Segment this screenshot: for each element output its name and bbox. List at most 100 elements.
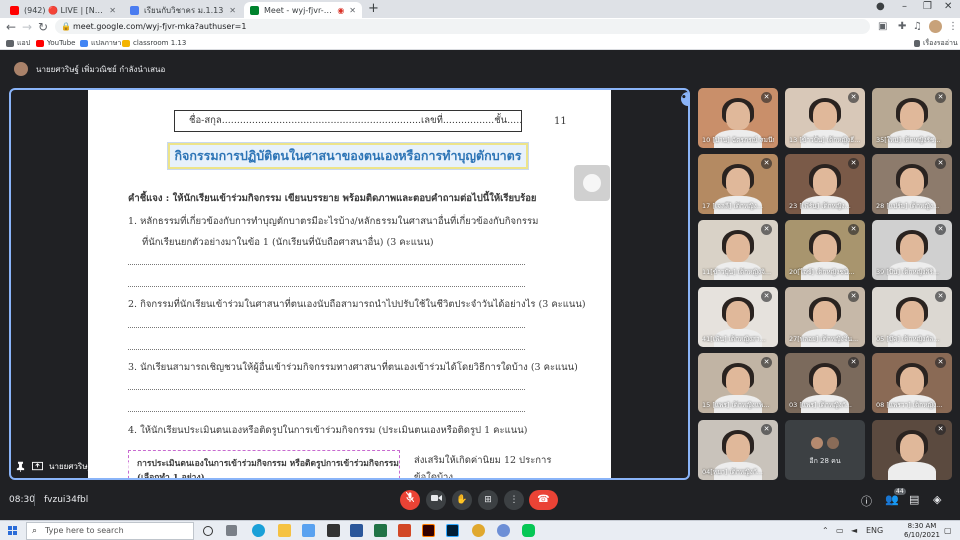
mic-muted-icon: ✕ (935, 291, 946, 302)
address-bar[interactable]: 🔒 meet.google.com/wyj-fjvr-mka?authuser=… (55, 19, 870, 34)
raise-hand-button[interactable]: ✋ (452, 490, 472, 510)
browser-tab-youtube[interactable]: (942) 🔴 LIVE | [NEW] เพลงญี่ปุ่น ✕ (4, 2, 122, 18)
restore-button[interactable]: ❐ (923, 1, 932, 12)
leave-call-button[interactable]: ☎ (529, 490, 558, 510)
file-explorer-icon[interactable] (278, 524, 291, 537)
more-options-button[interactable]: ⋮ (504, 490, 524, 510)
network-icon[interactable]: ▭ (836, 526, 844, 535)
task-view-icon[interactable] (226, 525, 237, 536)
volume-icon[interactable]: ◄ (851, 526, 857, 535)
media-control-icon[interactable]: ♫ (913, 20, 922, 34)
camera-indicator-icon[interactable]: ▣ (878, 20, 887, 34)
store-icon[interactable] (302, 524, 315, 537)
participant-name: 27[พลอย] เด็กหญิงจิน... (789, 335, 859, 343)
edge-icon[interactable] (252, 524, 265, 537)
powerpoint-icon[interactable] (398, 524, 411, 537)
tab-close-icon[interactable]: ✕ (229, 6, 236, 15)
tray-chevron-icon[interactable]: ⌃ (822, 526, 829, 535)
bookmark-translate[interactable]: แปลภาษา (80, 38, 121, 48)
participant-tile[interactable]: ✕ 10 [ปาน] ฉัตรภรณ์ สมนึก (698, 88, 778, 148)
participant-face (726, 434, 750, 462)
answer-line (128, 349, 525, 350)
participant-tile[interactable]: ✕ 41[เฟิน] เด็กหญิงสา... (698, 287, 778, 347)
mic-muted-icon: ✕ (935, 424, 946, 435)
participant-tile[interactable]: ✕ 35[ใหม่] เด็กหญิงรัช... (872, 88, 952, 148)
others-count: อีก 28 คน (809, 457, 841, 465)
chrome-icon[interactable] (472, 524, 485, 537)
close-window-button[interactable]: ✕ (944, 1, 952, 12)
browser-menu-icon[interactable]: ⋮ (948, 20, 958, 34)
answer-line (128, 286, 525, 287)
chat-icon[interactable]: ▤ (909, 493, 919, 506)
stage-more-options-icon[interactable]: ••• (681, 92, 688, 106)
pin-icon[interactable] (15, 461, 26, 472)
windows-start-icon[interactable] (8, 526, 18, 536)
language-indicator[interactable]: ENG (866, 526, 883, 535)
minimize-button[interactable]: – (902, 1, 907, 12)
participant-tile[interactable]: ✕ 27[พลอย] เด็กหญิงจิน... (785, 287, 865, 347)
bookmark-apps[interactable]: แอป (6, 38, 30, 48)
tab-close-icon[interactable]: ✕ (109, 6, 116, 15)
participant-name: 35[ใหม่] เด็กหญิงรัช... (876, 136, 941, 144)
participant-tile[interactable]: ✕ 05 [บุ๊ค] เด็กหญิงกัล... (872, 287, 952, 347)
meeting-details-icon[interactable]: ⓘ (861, 493, 872, 509)
classroom-icon (122, 39, 130, 47)
participant-name: 10 [ปาน] ฉัตรภรณ์ สมนึก (702, 136, 774, 144)
presenter-avatar (14, 62, 28, 76)
mic-off-icon (405, 491, 415, 503)
participant-tile[interactable]: ✕ 04[หยก] เด็กหญิงกั... (698, 420, 778, 480)
participant-face (813, 168, 837, 196)
system-clock[interactable]: 8:30 AM 6/10/2021 (904, 522, 940, 540)
youtube-icon (36, 39, 44, 47)
participant-tile[interactable]: ✕ 08 [แพรวา] เด็กหญิง... (872, 353, 952, 413)
worksheet-title: กิจกรรมการปฏิบัติตนในศาสนาของตนเองหรือกา… (168, 143, 528, 169)
line-icon[interactable] (522, 524, 535, 537)
tab-close-icon[interactable]: ✕ (349, 6, 356, 15)
participant-tile[interactable]: ✕ 39 [ปัน] เด็กหญิงสิริ... (872, 220, 952, 280)
presentation-stage[interactable]: ชื่อ-สกุล...............................… (9, 88, 690, 480)
reload-icon[interactable]: ↻ (38, 19, 48, 35)
present-now-button[interactable]: ⊞ (478, 490, 498, 510)
microphone-toggle-button[interactable] (400, 490, 420, 510)
mail-icon[interactable] (327, 524, 340, 537)
participant-tile[interactable]: ✕ 03 [แพร] เด็กหญิงกั... (785, 353, 865, 413)
participant-tile[interactable]: ✕ 11[ข้าวปุ้น] เด็กหญิงจิ... (698, 220, 778, 280)
profile-avatar[interactable] (929, 20, 942, 33)
lock-icon: 🔒 (61, 22, 71, 31)
mic-muted-icon: ✕ (761, 224, 772, 235)
mic-muted-icon: ✕ (935, 357, 946, 368)
illustrator-icon[interactable] (422, 524, 435, 537)
word-icon[interactable] (350, 524, 363, 537)
participant-name: 08 [แพรวา] เด็กหญิง... (876, 401, 943, 409)
cortana-icon[interactable] (203, 526, 213, 536)
notifications-icon[interactable]: ▢ (944, 526, 952, 535)
youtube-favicon-icon (10, 5, 19, 15)
browser-tab-meet[interactable]: Meet - wyj-fjvr-mka ◉ ✕ (244, 2, 362, 18)
chrome-profile-icon[interactable] (497, 524, 510, 537)
participant-tile[interactable]: ✕ 23 [เฟิร์น] เด็กหญิง... (785, 154, 865, 214)
activities-icon[interactable]: ◈ (933, 493, 941, 506)
bookmark-classroom[interactable]: classroom 1.13 (122, 38, 186, 48)
new-tab-button[interactable]: + (368, 2, 379, 16)
participant-tile[interactable]: ✕ 17 [เจลลี่] เด็กหญิง... (698, 154, 778, 214)
participant-tile[interactable]: ✕ 28 [แปร์ม] เด็กหญิง... (872, 154, 952, 214)
photoshop-icon[interactable] (446, 524, 459, 537)
back-icon[interactable]: ← (6, 19, 16, 35)
bookmarks-bar: แอป YouTube แปลภาษา classroom 1.13 เรื่อ… (0, 36, 960, 50)
presenting-screen-icon (32, 461, 43, 471)
bookmark-youtube[interactable]: YouTube (36, 38, 75, 48)
participant-tile[interactable]: ✕ (872, 420, 952, 480)
participant-tile[interactable]: ✕ 20[ไอซ์] เด็กหญิงชนั... (785, 220, 865, 280)
extensions-icon[interactable]: ✚ (898, 20, 906, 34)
forward-icon[interactable]: → (22, 19, 32, 35)
participant-tile[interactable]: ✕ 15 [แพร] เด็กหญิงแพ... (698, 353, 778, 413)
excel-icon[interactable] (374, 524, 387, 537)
browser-tab-classroom[interactable]: เรียนกับวิชาคร ม.1.13 ✕ (124, 2, 242, 18)
tab-search-icon[interactable]: ● (876, 1, 885, 12)
camera-toggle-button[interactable] (426, 490, 446, 510)
tab-title: เรียนกับวิชาคร ม.1.13 (144, 5, 224, 15)
reading-list[interactable]: เรื่องรออ่าน (914, 38, 958, 48)
others-tile[interactable]: อีก 28 คน (785, 420, 865, 480)
participant-tile[interactable]: ✕ 13 [ข้าวปั้น] เด็กหญิงธี... (785, 88, 865, 148)
taskbar-search-box[interactable]: ⌕ Type here to search (26, 522, 194, 540)
